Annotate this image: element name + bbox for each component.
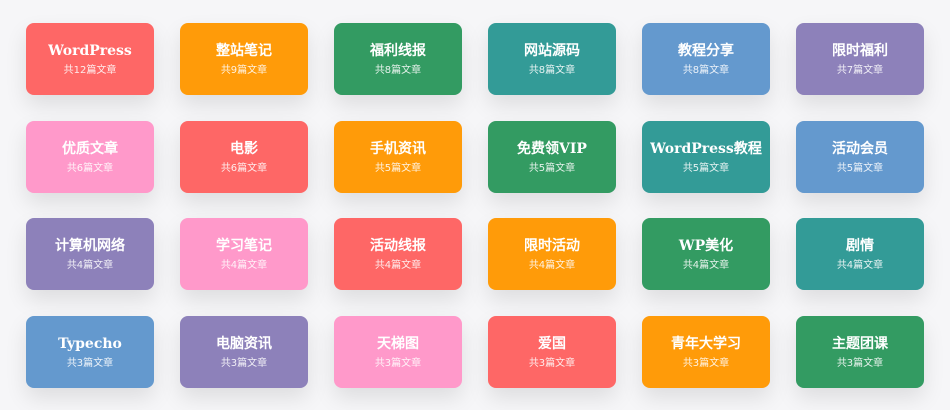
category-title: 免费领VIP (517, 140, 587, 157)
category-card-event-deals[interactable]: 活动线报共4篇文章 (334, 218, 462, 290)
category-title: 电脑资讯 (216, 335, 272, 352)
category-card-site-notes[interactable]: 整站笔记共9篇文章 (180, 23, 308, 95)
category-grid: WordPress 共12篇文章 整站笔记共9篇文章 福利线报共8篇文章 网站源码… (0, 0, 950, 410)
category-count: 共3篇文章 (528, 357, 576, 369)
category-card-mobile-news[interactable]: 手机资讯共5篇文章 (334, 121, 462, 193)
category-title: 青年大学习 (671, 335, 741, 352)
category-count: 共4篇文章 (682, 259, 730, 271)
category-title: 主题团课 (832, 335, 888, 352)
category-title: 活动线报 (370, 237, 426, 254)
category-title: 教程分享 (678, 42, 734, 59)
category-card-pc-news[interactable]: 电脑资讯共3篇文章 (180, 316, 308, 388)
category-card-wp-beautify[interactable]: WP美化共4篇文章 (642, 218, 770, 290)
category-title: Typecho (58, 335, 122, 352)
category-count: 共3篇文章 (220, 357, 268, 369)
category-title: 剧情 (846, 237, 874, 254)
category-card-ladder-chart[interactable]: 天梯图共3篇文章 (334, 316, 462, 388)
category-title: 网站源码 (524, 42, 580, 59)
category-count: 共9篇文章 (220, 64, 268, 76)
category-count: 共6篇文章 (220, 162, 268, 174)
category-card-typecho[interactable]: Typecho 共3篇文章 (26, 316, 154, 388)
category-card-wordpress-tutorial[interactable]: WordPress教程共5篇文章 (642, 121, 770, 193)
category-count: 共4篇文章 (374, 259, 422, 271)
category-card-study-notes[interactable]: 学习笔记共4篇文章 (180, 218, 308, 290)
category-count: 共7篇文章 (836, 64, 884, 76)
category-count: 共8篇文章 (528, 64, 576, 76)
category-card-welfare-deals[interactable]: 福利线报共8篇文章 (334, 23, 462, 95)
category-count: 共4篇文章 (66, 259, 114, 271)
category-count: 共3篇文章 (66, 357, 114, 369)
category-card-limited-events[interactable]: 限时活动共4篇文章 (488, 218, 616, 290)
category-count: 共4篇文章 (220, 259, 268, 271)
category-card-event-members[interactable]: 活动会员共5篇文章 (796, 121, 924, 193)
category-title: 优质文章 (62, 140, 118, 157)
category-count: 共6篇文章 (66, 162, 114, 174)
category-title: 限时福利 (832, 42, 888, 59)
category-card-computer-network[interactable]: 计算机网络共4篇文章 (26, 218, 154, 290)
category-count: 共5篇文章 (528, 162, 576, 174)
category-card-free-vip[interactable]: 免费领VIP 共5篇文章 (488, 121, 616, 193)
category-title: 电影 (230, 140, 258, 157)
category-title: 活动会员 (832, 140, 888, 157)
category-title: 天梯图 (377, 335, 419, 352)
category-count: 共3篇文章 (836, 357, 884, 369)
category-count: 共4篇文章 (528, 259, 576, 271)
category-card-theme-group-class[interactable]: 主题团课共3篇文章 (796, 316, 924, 388)
category-title: 福利线报 (370, 42, 426, 59)
category-card-tutorial-share[interactable]: 教程分享共8篇文章 (642, 23, 770, 95)
category-title: 计算机网络 (55, 237, 125, 254)
category-card-drama[interactable]: 剧情共4篇文章 (796, 218, 924, 290)
category-title: 整站笔记 (216, 42, 272, 59)
category-card-quality-articles[interactable]: 优质文章共6篇文章 (26, 121, 154, 193)
category-title: 手机资讯 (370, 140, 426, 157)
category-card-movies[interactable]: 电影共6篇文章 (180, 121, 308, 193)
category-count: 共8篇文章 (374, 64, 422, 76)
category-card-patriotism[interactable]: 爱国共3篇文章 (488, 316, 616, 388)
category-card-wordpress[interactable]: WordPress 共12篇文章 (26, 23, 154, 95)
category-count: 共3篇文章 (682, 357, 730, 369)
category-count: 共8篇文章 (682, 64, 730, 76)
category-count: 共5篇文章 (682, 162, 730, 174)
category-count: 共12篇文章 (63, 64, 117, 76)
category-title: WordPress教程 (650, 140, 762, 157)
category-title: 限时活动 (524, 237, 580, 254)
category-count: 共3篇文章 (374, 357, 422, 369)
category-count: 共4篇文章 (836, 259, 884, 271)
category-card-website-source[interactable]: 网站源码共8篇文章 (488, 23, 616, 95)
category-count: 共5篇文章 (374, 162, 422, 174)
category-title: 爱国 (538, 335, 566, 352)
category-title: WP美化 (678, 237, 734, 254)
category-title: WordPress (48, 42, 132, 59)
category-card-limited-welfare[interactable]: 限时福利共7篇文章 (796, 23, 924, 95)
category-card-youth-study[interactable]: 青年大学习共3篇文章 (642, 316, 770, 388)
category-title: 学习笔记 (216, 237, 272, 254)
category-count: 共5篇文章 (836, 162, 884, 174)
